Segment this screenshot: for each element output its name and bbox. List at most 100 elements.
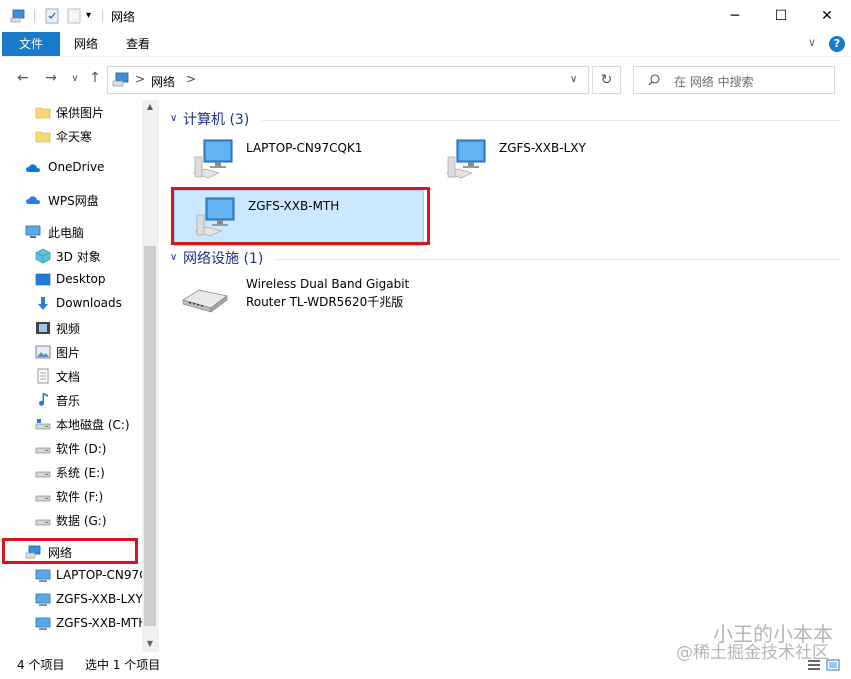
sidebar-item-drive-e[interactable]: 系统 (E:) — [0, 461, 142, 483]
sidebar-item-folder-2[interactable]: 伞天寒 — [0, 125, 142, 147]
address-dropdown-icon[interactable]: ∨ — [570, 74, 577, 85]
desktop-icon — [35, 273, 51, 286]
back-button[interactable]: ← — [14, 70, 32, 86]
maximize-button[interactable]: ☐ — [758, 0, 804, 32]
title-separator — [34, 9, 35, 23]
drive-icon — [35, 419, 51, 430]
download-icon — [38, 297, 48, 310]
picture-icon — [35, 345, 51, 359]
sidebar-item-videos[interactable]: 视频 — [0, 317, 142, 339]
collapse-chevron-icon[interactable]: ∨ — [170, 113, 177, 124]
sidebar-item-zgfs-lxy[interactable]: ZGFS-XXB-LXY — [0, 589, 142, 611]
quick-access-dropdown-icon[interactable]: ▾ — [86, 10, 102, 26]
ribbon-tabs: 文件 网络 查看 ∨ ? — [0, 32, 851, 56]
properties-icon[interactable] — [44, 8, 60, 24]
breadcrumb-network[interactable]: 网络 — [151, 73, 175, 90]
router-name-line1: Wireless Dual Band Gigabit — [246, 277, 410, 291]
computer-icon — [35, 593, 51, 606]
scroll-up-button[interactable]: ▲ — [142, 100, 158, 114]
tab-view[interactable]: 查看 — [116, 32, 160, 56]
title-separator-2 — [102, 9, 103, 23]
search-input[interactable]: 在 网络 中搜索 — [674, 73, 754, 90]
computer-icon — [35, 617, 51, 630]
computer-name: ZGFS-XXB-MTH — [248, 199, 340, 213]
sidebar-item-laptop[interactable]: LAPTOP-CN97CQK1 — [0, 565, 142, 587]
cloud-icon — [26, 164, 40, 172]
music-icon — [39, 393, 48, 406]
sidebar-item-drive-f[interactable]: 软件 (F:) — [0, 485, 142, 507]
new-folder-icon[interactable] — [66, 8, 82, 24]
group-title: 网络设施 (1) — [183, 251, 264, 267]
sidebar-scrollbar-thumb[interactable] — [144, 246, 156, 626]
network-icon[interactable] — [10, 8, 26, 24]
tab-file[interactable]: 文件 — [2, 32, 60, 56]
network-icon — [25, 545, 41, 559]
group-header-computers[interactable]: ∨ 计算机 (3) — [166, 109, 840, 131]
computer-item-zgfs-mth[interactable]: ZGFS-XXB-MTH — [174, 190, 424, 246]
group-header-network-infrastructure[interactable]: ∨ 网络设施 (1) — [166, 248, 840, 270]
sidebar-item-music[interactable]: 音乐 — [0, 389, 142, 411]
close-button[interactable]: ✕ — [804, 0, 850, 32]
network-icon — [112, 72, 129, 87]
cube-icon — [35, 248, 51, 264]
sidebar-item-network[interactable]: 网络 — [0, 541, 142, 563]
search-box[interactable]: 在 网络 中搜索 — [633, 66, 835, 94]
up-button[interactable]: ↑ — [86, 70, 104, 86]
sidebar-item-3d-objects[interactable]: 3D 对象 — [0, 245, 142, 267]
minimize-button[interactable]: ─ — [712, 0, 758, 32]
breadcrumb-chevron-2[interactable]: > — [186, 72, 196, 86]
document-icon — [37, 368, 49, 384]
computer-name: LAPTOP-CN97CQK1 — [246, 141, 363, 155]
computer-item-laptop[interactable]: LAPTOP-CN97CQK1 — [173, 133, 423, 189]
forward-button[interactable]: → — [42, 70, 60, 86]
cloud-icon — [26, 196, 40, 204]
router-name-line2: Router TL-WDR5620千兆版 — [246, 295, 404, 309]
drive-icon — [35, 471, 51, 478]
content-pane: ∨ 计算机 (3) LAPTOP-CN97CQK1 ZGFS-XXB-LXY Z… — [160, 100, 851, 652]
watermark-line2: @稀土掘金技术社区 — [676, 643, 829, 663]
folder-icon — [35, 107, 51, 119]
router-item[interactable]: Wireless Dual Band Gigabit Router TL-WDR… — [173, 272, 423, 320]
navigation-bar: ← → ∨ ↑ > 网络 > ∨ ↻ 在 网络 中搜索 — [0, 56, 851, 100]
sidebar-item-desktop[interactable]: Desktop — [0, 269, 142, 291]
window-title: 网络 — [111, 10, 136, 24]
scroll-down-button[interactable]: ▼ — [142, 637, 158, 651]
recent-locations-button[interactable]: ∨ — [66, 73, 84, 84]
sidebar-item-folder-1[interactable]: 保供图片 — [0, 101, 142, 123]
drive-icon — [35, 495, 51, 502]
computer-name: ZGFS-XXB-LXY — [499, 141, 586, 155]
sidebar-item-drive-c[interactable]: 本地磁盘 (C:) — [0, 413, 142, 435]
group-divider — [262, 120, 840, 121]
sidebar-item-documents[interactable]: 文档 — [0, 365, 142, 387]
sidebar-item-onedrive[interactable]: OneDrive — [0, 157, 142, 179]
sidebar-item-drive-g[interactable]: 数据 (G:) — [0, 509, 142, 531]
computer-icon — [25, 225, 41, 238]
help-button[interactable]: ? — [829, 36, 845, 52]
tab-network[interactable]: 网络 — [64, 32, 108, 56]
pane-divider — [158, 100, 159, 652]
search-icon — [648, 74, 660, 86]
sidebar-item-wps[interactable]: WPS网盘 — [0, 189, 142, 211]
computer-icon — [193, 139, 233, 179]
computer-item-zgfs-lxy[interactable]: ZGFS-XXB-LXY — [426, 133, 676, 189]
folder-icon — [35, 131, 51, 143]
breadcrumb-chevron[interactable]: > — [135, 72, 145, 86]
sidebar-item-drive-d[interactable]: 软件 (D:) — [0, 437, 142, 459]
sidebar-item-downloads[interactable]: Downloads — [0, 293, 142, 315]
title-bar: ▾ 网络 ─ ☐ ✕ — [0, 0, 851, 32]
sidebar-item-zgfs-mth[interactable]: ZGFS-XXB-MTH — [0, 613, 142, 635]
item-count: 4 个项目 — [17, 658, 65, 672]
address-bar[interactable]: > 网络 > ∨ — [107, 66, 589, 94]
refresh-button[interactable]: ↻ — [592, 66, 621, 94]
selection-count: 选中 1 个项目 — [85, 658, 161, 672]
collapse-chevron-icon[interactable]: ∨ — [170, 252, 177, 263]
ribbon-expand-icon[interactable]: ∨ — [808, 36, 816, 49]
drive-icon — [35, 447, 51, 454]
router-icon — [182, 289, 228, 313]
computer-icon — [446, 139, 486, 179]
sidebar-item-this-pc[interactable]: 此电脑 — [0, 221, 142, 243]
computer-icon — [35, 569, 51, 582]
sidebar-item-pictures[interactable]: 图片 — [0, 341, 142, 363]
group-title: 计算机 (3) — [183, 112, 250, 128]
group-divider — [276, 259, 840, 260]
